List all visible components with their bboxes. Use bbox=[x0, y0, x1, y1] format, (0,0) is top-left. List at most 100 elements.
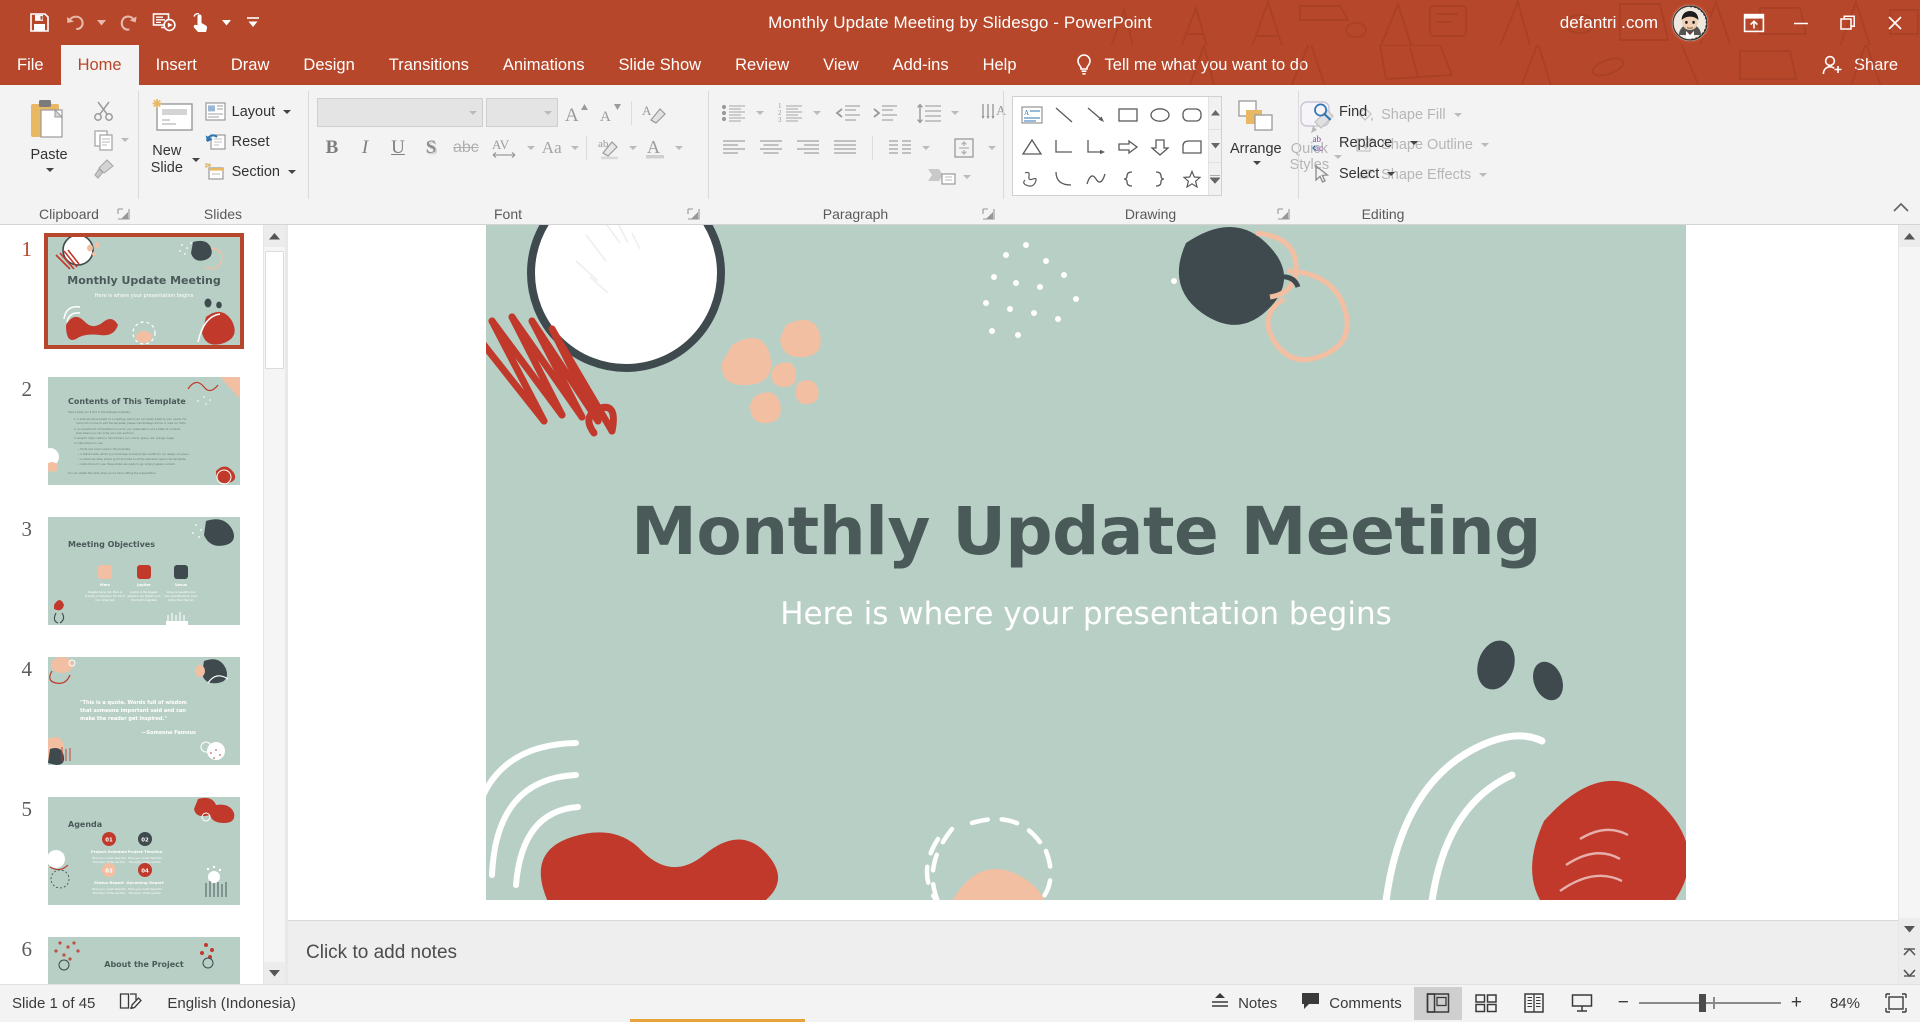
bullets-button[interactable] bbox=[717, 98, 751, 127]
arrange-button[interactable]: Arrange bbox=[1230, 96, 1282, 165]
fit-to-window-button[interactable] bbox=[1872, 987, 1920, 1020]
shapes-gallery[interactable]: A bbox=[1012, 96, 1222, 196]
text-highlight-color-button[interactable]: ab bbox=[594, 133, 624, 162]
undo-icon[interactable] bbox=[58, 8, 92, 38]
font-size-input[interactable] bbox=[486, 98, 558, 127]
rectangle-shape[interactable] bbox=[1112, 99, 1144, 131]
font-dialog-launcher-icon[interactable] bbox=[687, 208, 700, 221]
normal-view-button[interactable] bbox=[1413, 986, 1462, 1020]
collapse-ribbon-button[interactable] bbox=[1890, 198, 1912, 218]
increase-indent-button[interactable] bbox=[868, 98, 902, 127]
left-brace-shape[interactable] bbox=[1112, 163, 1144, 195]
tab-add-ins[interactable]: Add-ins bbox=[876, 45, 966, 85]
right-arrow-shape[interactable] bbox=[1112, 131, 1144, 163]
decrease-indent-button[interactable] bbox=[831, 98, 865, 127]
thumbnail-scroll-down-icon[interactable] bbox=[264, 962, 285, 984]
zoom-out-button[interactable]: − bbox=[1618, 992, 1629, 1014]
new-slide-button[interactable]: New Slide bbox=[147, 94, 200, 177]
select-dropdown-caret-icon[interactable] bbox=[1387, 171, 1396, 176]
slide-canvas-area[interactable]: Monthly Update Meeting Here is where you… bbox=[288, 225, 1898, 920]
shapes-scroll-down-icon[interactable] bbox=[1209, 130, 1221, 163]
line-spacing-button[interactable] bbox=[912, 98, 946, 127]
thumbnail-frame[interactable]: Monthly Update Meeting Here is where you… bbox=[44, 233, 244, 349]
section-dropdown-caret-icon[interactable] bbox=[288, 169, 296, 174]
slide-scroll-down-icon[interactable] bbox=[1899, 918, 1920, 940]
start-from-beginning-icon[interactable] bbox=[147, 8, 181, 38]
align-center-button[interactable] bbox=[754, 133, 788, 162]
change-case-dropdown-caret-icon[interactable] bbox=[570, 145, 579, 150]
slide-title[interactable]: Monthly Update Meeting bbox=[486, 493, 1686, 570]
find-button[interactable]: Find bbox=[1307, 97, 1372, 126]
character-spacing-dropdown-caret-icon[interactable] bbox=[526, 145, 535, 150]
underline-button[interactable]: U bbox=[383, 133, 413, 162]
elbow-connector-shape[interactable] bbox=[1048, 131, 1080, 163]
down-arrow-shape[interactable] bbox=[1144, 131, 1176, 163]
thumbnail-frame[interactable]: About the Project bbox=[44, 933, 244, 984]
next-slide-icon[interactable] bbox=[1899, 962, 1920, 984]
text-shadow-button[interactable]: S bbox=[416, 133, 446, 162]
rounded-rectangle-shape[interactable] bbox=[1176, 99, 1208, 131]
tab-design[interactable]: Design bbox=[286, 45, 371, 85]
star-shape[interactable] bbox=[1176, 163, 1208, 195]
numbering-button[interactable]: 123 bbox=[774, 98, 808, 127]
thumbnail-slide-3[interactable]: 3 Meeting Objectives Mars Jupiter Venus … bbox=[0, 513, 263, 629]
line-spacing-dropdown-caret-icon[interactable] bbox=[951, 110, 959, 115]
thumbnail-frame[interactable]: Agenda 01 02 03 04 Project Schedule Proje… bbox=[44, 793, 244, 909]
smartart-dropdown-caret-icon[interactable] bbox=[963, 174, 971, 179]
slide-thumbnail-pane[interactable]: 1 Monthly Update Meeting Here is where y… bbox=[0, 225, 285, 984]
tab-transitions[interactable]: Transitions bbox=[372, 45, 486, 85]
comments-button[interactable]: Comments bbox=[1289, 985, 1414, 1022]
thumbnail-slide-6[interactable]: 6 About the Project bbox=[0, 933, 263, 984]
previous-slide-icon[interactable] bbox=[1899, 940, 1920, 962]
minimize-icon[interactable] bbox=[1777, 0, 1824, 45]
slide-thumbnail-list[interactable]: 1 Monthly Update Meeting Here is where y… bbox=[0, 225, 263, 984]
current-slide[interactable]: Monthly Update Meeting Here is where you… bbox=[486, 225, 1686, 900]
tab-slide-show[interactable]: Slide Show bbox=[602, 45, 719, 85]
reset-button[interactable]: Reset bbox=[200, 127, 301, 156]
arrange-dropdown-caret-icon[interactable] bbox=[1252, 161, 1261, 165]
increase-font-size-button[interactable]: A bbox=[561, 98, 591, 127]
clear-formatting-button[interactable]: A bbox=[639, 98, 669, 127]
tab-animations[interactable]: Animations bbox=[486, 45, 602, 85]
zoom-in-button[interactable]: + bbox=[1791, 992, 1802, 1014]
format-painter-button[interactable] bbox=[89, 154, 119, 183]
shapes-gallery-scrollbar[interactable] bbox=[1208, 97, 1221, 195]
align-right-button[interactable] bbox=[791, 133, 825, 162]
cut-button[interactable] bbox=[89, 96, 119, 125]
share-button[interactable]: Share bbox=[1807, 45, 1920, 85]
numbering-dropdown-caret-icon[interactable] bbox=[813, 110, 821, 115]
zoom-slider[interactable] bbox=[1638, 994, 1781, 1012]
new-slide-dropdown-caret-icon[interactable] bbox=[191, 158, 200, 162]
copy-dropdown-caret-icon[interactable] bbox=[121, 137, 129, 142]
font-name-input[interactable] bbox=[317, 98, 483, 127]
save-icon[interactable] bbox=[22, 8, 56, 38]
slide-scroll-track[interactable] bbox=[1899, 247, 1920, 918]
shape-outline-dropdown-caret-icon[interactable] bbox=[1481, 142, 1489, 147]
clipboard-dialog-launcher-icon[interactable] bbox=[117, 208, 130, 221]
right-brace-shape[interactable] bbox=[1144, 163, 1176, 195]
layout-dropdown-caret-icon[interactable] bbox=[283, 109, 292, 114]
ribbon-display-options-icon[interactable] bbox=[1730, 0, 1777, 45]
customize-qat-icon[interactable] bbox=[236, 8, 270, 38]
arrow-shape[interactable] bbox=[1080, 99, 1112, 131]
decrease-font-size-button[interactable]: A bbox=[594, 98, 624, 127]
select-button[interactable]: Select bbox=[1307, 159, 1400, 188]
thumbnail-scroll-up-icon[interactable] bbox=[264, 225, 285, 247]
columns-dropdown-caret-icon[interactable] bbox=[922, 145, 930, 150]
proofing-status[interactable] bbox=[107, 985, 155, 1022]
font-name-dropdown-caret-icon[interactable] bbox=[469, 110, 477, 115]
thumbnail-slide-5[interactable]: 5 Agenda 01 02 03 04 Project Schedule Pr… bbox=[0, 793, 263, 909]
close-icon[interactable] bbox=[1871, 0, 1918, 45]
line-shape[interactable] bbox=[1048, 99, 1080, 131]
font-color-button[interactable]: A bbox=[640, 133, 670, 162]
drawing-dialog-launcher-icon[interactable] bbox=[1277, 208, 1290, 221]
triangle-shape[interactable] bbox=[1016, 131, 1048, 163]
replace-button[interactable]: ab ac Replace bbox=[1307, 128, 1423, 157]
restore-icon[interactable] bbox=[1824, 0, 1871, 45]
tab-view[interactable]: View bbox=[806, 45, 875, 85]
thumbnail-scroll-thumb[interactable] bbox=[265, 251, 284, 369]
character-spacing-button[interactable]: AV bbox=[486, 133, 522, 162]
scribble-shape[interactable] bbox=[1016, 163, 1048, 195]
zoom-control[interactable]: − + 84% bbox=[1606, 992, 1872, 1014]
tab-draw[interactable]: Draw bbox=[214, 45, 287, 85]
